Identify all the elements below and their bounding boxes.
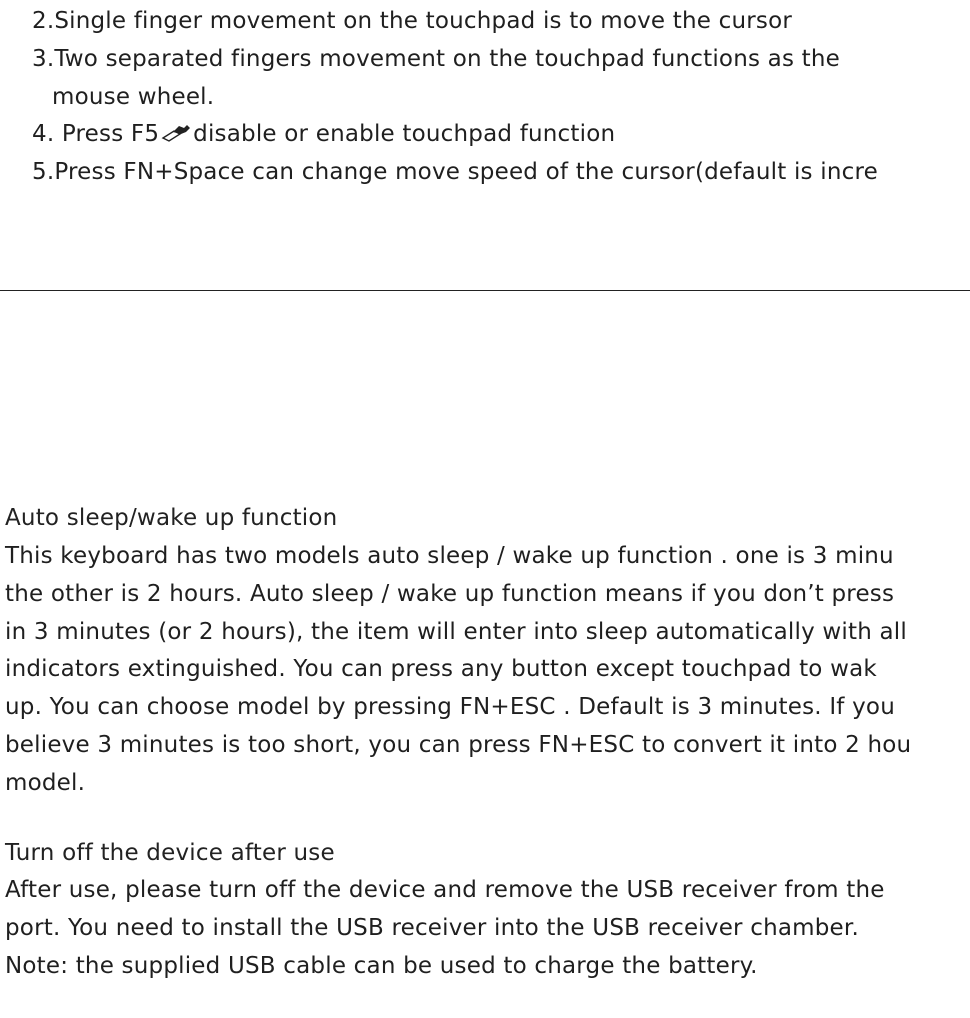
auto-sleep-line: the other is 2 hours. Auto sleep / wake … [5,581,895,607]
touchpad-item-3-continued: mouse wheel. [52,84,215,110]
turn-off-line: port. You need to install the USB receiv… [5,915,859,941]
turn-off-line: After use, please turn off the device an… [5,877,885,903]
touchpad-icon [160,122,192,144]
touchpad-item-4-prefix: 4. Press F5 [32,121,160,147]
touchpad-item-3: 3.Two separated fingers movement on the … [32,46,840,72]
auto-sleep-line: This keyboard has two models auto sleep … [5,543,894,569]
auto-sleep-line: model. [5,770,86,796]
turn-off-line: Note: the supplied USB cable can be used… [5,953,758,979]
section-divider [0,290,970,291]
turn-off-heading: Turn off the device after use [5,840,335,866]
auto-sleep-heading: Auto sleep/wake up function [5,505,338,531]
touchpad-item-2: 2.Single finger movement on the touchpad… [32,8,793,34]
auto-sleep-line: in 3 minutes (or 2 hours), the item will… [5,619,907,645]
auto-sleep-line: indicators extinguished. You can press a… [5,656,877,682]
auto-sleep-line: up. You can choose model by pressing FN+… [5,694,895,720]
touchpad-item-5: 5.Press FN+Space can change move speed o… [32,159,878,185]
touchpad-item-4-text: disable or enable touchpad function [193,121,616,147]
auto-sleep-line: believe 3 minutes is too short, you can … [5,732,912,758]
touchpad-item-4: 4. Press F5 disable or enable touchpad fu… [32,119,615,149]
